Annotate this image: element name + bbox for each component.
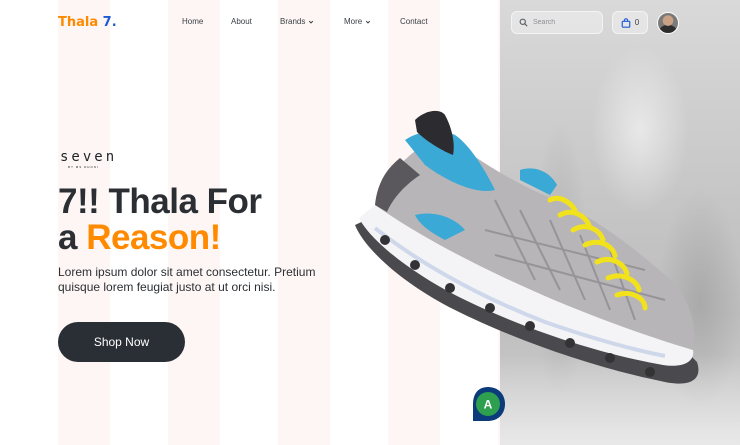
search-input[interactable] [533, 19, 593, 26]
nav-item-more[interactable]: More [344, 17, 371, 26]
floating-assistant-icon[interactable]: A [469, 385, 507, 423]
nav-item-label: Home [182, 17, 204, 26]
headline-prefix: a [58, 218, 87, 257]
headline-line1: 7!! Thala For [58, 182, 262, 221]
nav-item-brands[interactable]: Brands [280, 17, 314, 26]
brand-mark-text: seven [60, 149, 118, 165]
nav-item-label: About [231, 17, 252, 26]
hero-description: Lorem ipsum dolor sit amet consectetur. … [58, 265, 316, 294]
chevron-down-icon [309, 20, 314, 24]
floating-badge-letter: A [484, 398, 493, 412]
nav-item-about[interactable]: About [231, 17, 252, 26]
headline-accent: Reason! [86, 218, 221, 257]
shopping-bag-icon [621, 17, 631, 28]
shop-now-button[interactable]: Shop Now [58, 322, 185, 362]
cart-count: 0 [634, 18, 640, 27]
nav-item-home[interactable]: Home [182, 17, 203, 26]
nav-item-label: Contact [400, 17, 428, 26]
search-icon [519, 18, 528, 27]
hero-headline: 7!! Thala For a Reason! [58, 184, 358, 256]
nav-item-label: More [344, 17, 363, 26]
seven-brand-logo: seven BY MS DHONI [60, 150, 117, 169]
main-nav: Home About Brands More Contact [0, 17, 500, 31]
nav-item-label: Brands [280, 17, 306, 26]
chevron-down-icon [366, 20, 371, 24]
cart-button[interactable]: 0 [612, 11, 648, 34]
user-avatar[interactable] [657, 12, 679, 34]
brand-mark-subtext: BY MS DHONI [68, 165, 99, 169]
running-shoe-image [355, 110, 699, 384]
nav-item-contact[interactable]: Contact [400, 17, 428, 26]
search-box[interactable] [511, 11, 603, 34]
